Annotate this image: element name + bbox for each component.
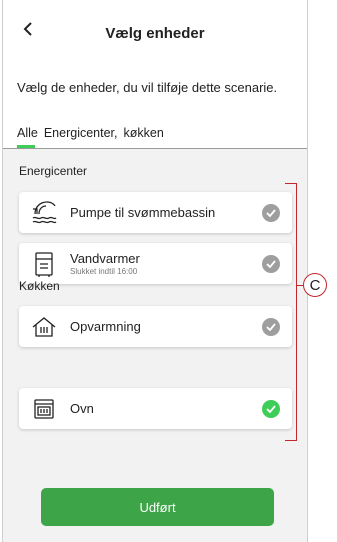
pool-pump-icon [28, 199, 60, 227]
selection-check[interactable] [262, 317, 280, 336]
page-subtitle: Vælg de enheder, du vil tilføje dette sc… [17, 80, 278, 95]
header: Vælg enheder [3, 0, 307, 62]
device-status: Slukket indtil 16:00 [70, 267, 138, 276]
device-name: Opvarmning [70, 319, 141, 334]
tab-energy-center[interactable]: Energicenter, [44, 126, 118, 148]
device-card-heating[interactable]: Opvarmning [19, 306, 292, 347]
device-name: Vandvarmer [70, 251, 140, 266]
filter-tabs: Alle Energicenter, køkken [17, 126, 164, 148]
selection-check[interactable] [262, 203, 280, 222]
done-button[interactable]: Udført [41, 488, 274, 526]
water-heater-icon [28, 250, 60, 278]
checkmark-icon [266, 322, 276, 331]
device-card-oven[interactable]: Ovn [19, 388, 292, 429]
device-name: Ovn [70, 401, 94, 416]
section-label-kokken: Køkken [19, 279, 60, 293]
top-panel: Vælg enheder Vælg de enheder, du vil til… [3, 0, 307, 148]
page-title: Vælg enheder [105, 25, 205, 42]
selection-check[interactable] [262, 254, 280, 273]
callout-label: C [303, 273, 327, 297]
tab-all[interactable]: Alle [17, 126, 38, 148]
device-name: Pumpe til svømmebassin [70, 205, 216, 220]
oven-icon [28, 395, 60, 423]
tab-kitchen[interactable]: køkken [124, 126, 164, 148]
device-card-water-heater[interactable]: Vandvarmer Slukket indtil 16:00 [19, 243, 292, 284]
device-card-pool-pump[interactable]: Pumpe til svømmebassin [19, 192, 292, 233]
phone-screen: Vælg enheder Vælg de enheder, du vil til… [2, 0, 308, 542]
section-label-energicenter: Energicenter [19, 164, 88, 178]
heating-icon [28, 313, 60, 341]
callout-bracket [285, 183, 297, 441]
checkmark-icon [266, 404, 276, 413]
checkmark-icon [266, 259, 276, 268]
selection-check[interactable] [262, 399, 280, 418]
tabs-divider [3, 148, 307, 149]
checkmark-icon [266, 208, 276, 217]
